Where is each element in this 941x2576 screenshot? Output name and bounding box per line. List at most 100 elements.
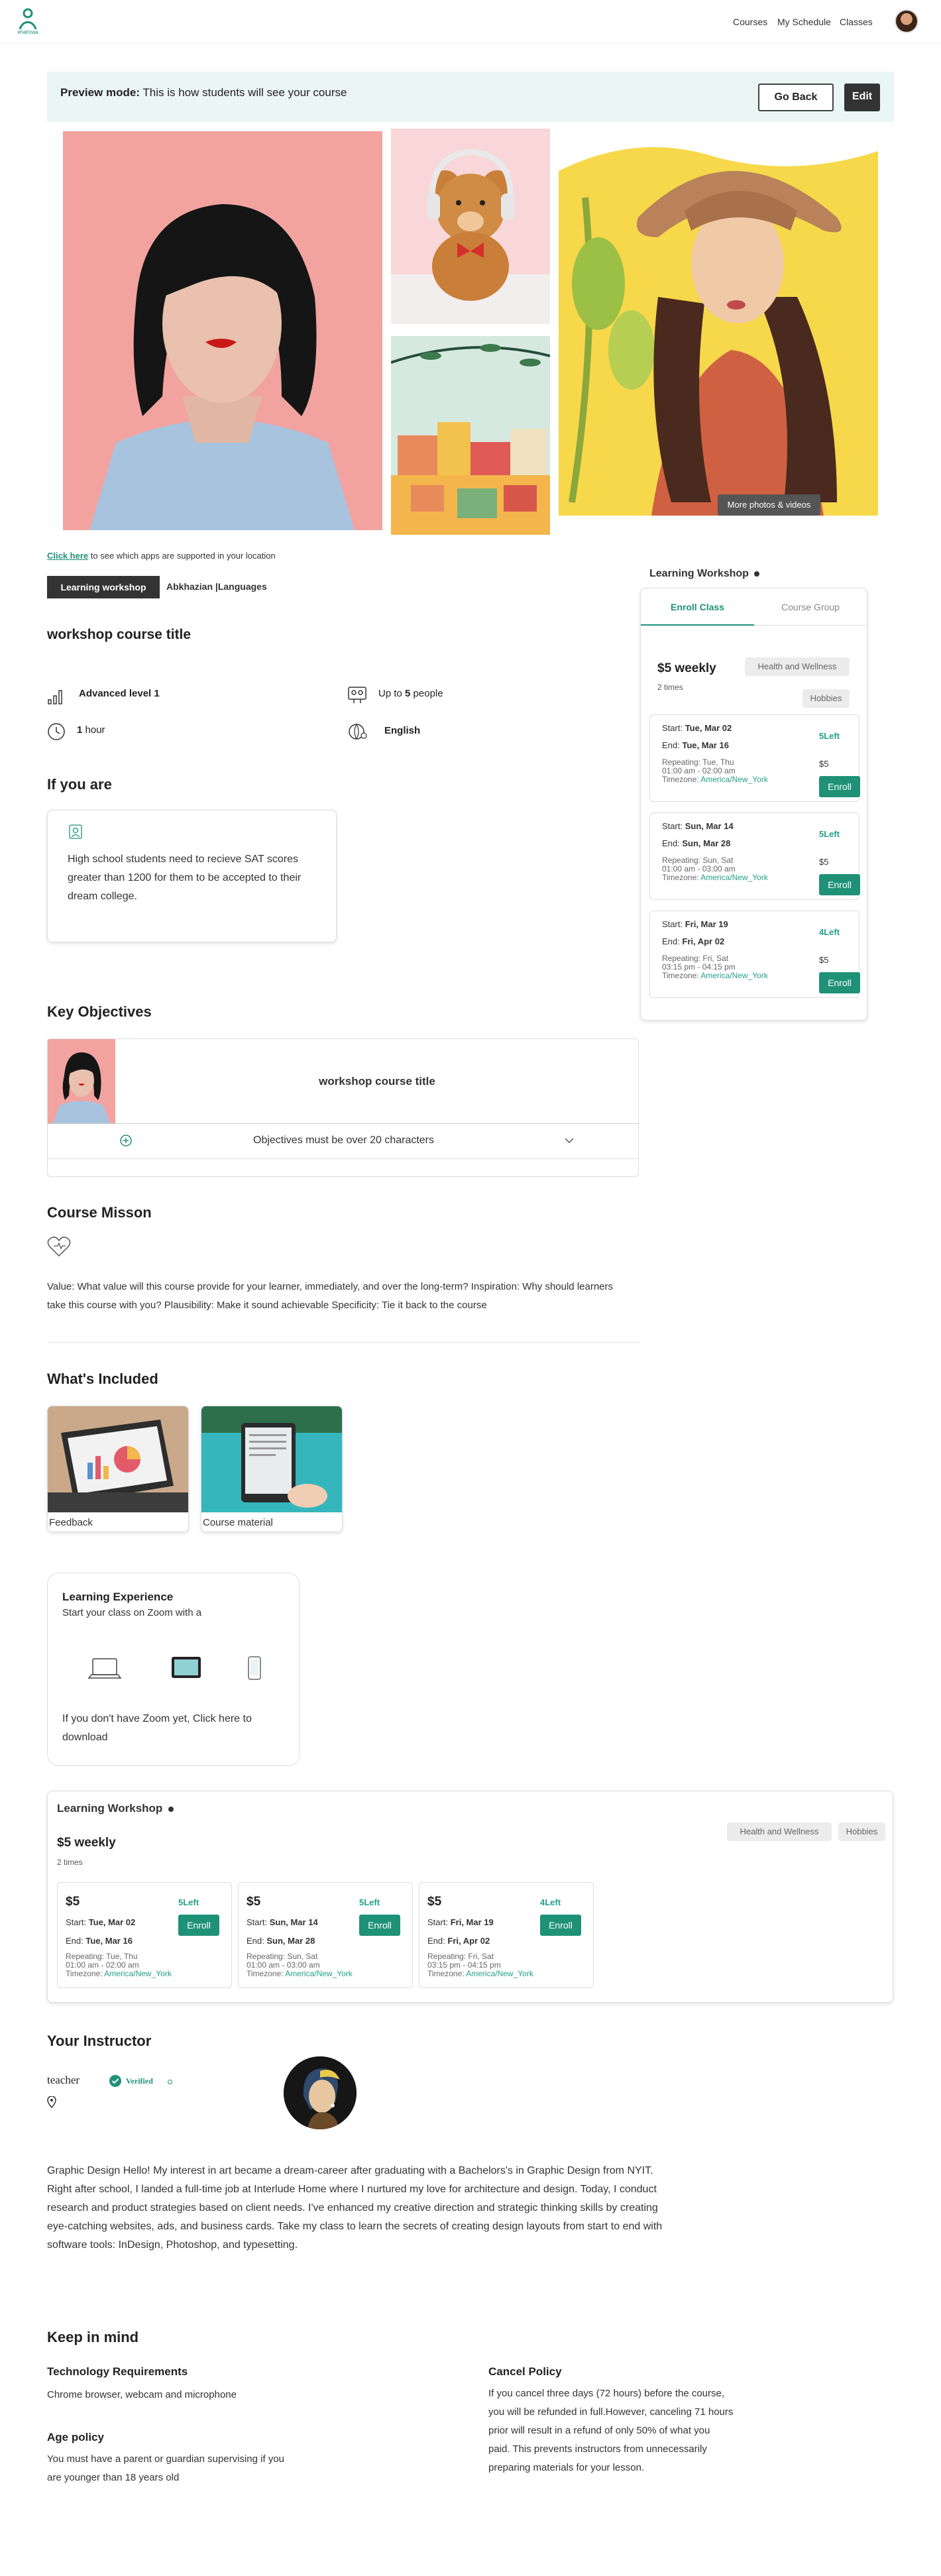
instructor-avatar [284,2056,357,2129]
category-health-wellness[interactable]: Health and Wellness [727,1822,832,1841]
enroll-panel-title: Learning Workshop [649,568,760,580]
course-material-image-icon [201,1406,342,1512]
instructor-portrait-icon [284,2056,357,2129]
location-text: to see which apps are supported in your … [90,551,276,561]
if-you-are-text: High school students need to recieve SAT… [68,854,302,902]
session-timezone: America/New_York [285,1969,353,1978]
session-repeat: Repeating: Sun, Sat [662,856,734,865]
feedback-image-icon [48,1406,188,1512]
verified-info-icon [168,2080,172,2084]
more-photos-button[interactable]: More photos & videos [718,494,820,516]
objectives-course-title: workshop course title [319,1075,435,1088]
tech-requirements-title: Technology Requirements [47,2365,188,2378]
capacity-number: 5 [405,688,411,699]
session-timezone: America/New_York [104,1969,172,1978]
objective-text: Objectives must be over 20 characters [253,1135,435,1146]
session-spots-left: 4Left [540,1897,561,1907]
duration-unit: hour [85,724,105,736]
course-level: Advanced level 1 [79,688,160,699]
gallery-photo-teddy-bear[interactable] [391,129,550,324]
cancel-policy-text: If you cancel three days (72 hours) befo… [488,2388,734,2473]
keep-in-mind-title: Keep in mind [47,2329,139,2345]
nav-classes[interactable]: Classes [840,17,873,27]
session-start-label: Start: [247,1917,268,1927]
people-icon [347,686,367,708]
session-start-label: Start: [662,723,683,733]
woman-illustration-icon [63,131,382,530]
if-you-are-card: High school students need to recieve SAT… [47,810,337,942]
course-title: workshop course title [47,627,192,642]
enroll-panel: Enroll Class Course Group $5 weekly 2 ti… [640,588,867,1021]
session-repeat: Repeating: Tue, Thu [66,1952,138,1961]
included-item-feedback[interactable]: Feedback [47,1406,189,1532]
session-spots-left: 5Left [819,829,840,839]
session-end: Sun, Mar 28 [266,1936,315,1946]
session-end-label: End: [662,838,680,848]
enroll-button[interactable]: Enroll [819,874,860,895]
session-repeat: Repeating: Fri, Sat [427,1952,494,1961]
session-time: 01:00 am - 02:00 am [662,766,736,775]
age-policy-text: You must have a parent or guardian super… [47,2453,285,2483]
session-timezone: America/New_York [700,873,768,882]
course-mission-text: Value: What value will this course provi… [47,1281,614,1311]
enroll-button[interactable]: Enroll [819,972,860,993]
gallery-photo-village[interactable] [391,336,550,535]
session-end: Sun, Mar 28 [682,838,731,848]
enroll-price: $5 weekly [657,661,716,675]
if-you-are-title: If you are [47,776,112,793]
tablet-icon [170,1655,202,1683]
session-start-label: Start: [427,1917,449,1927]
session-start: Sun, Mar 14 [685,821,734,831]
included-item-course-material[interactable]: Course material [201,1406,343,1532]
clock-icon [47,722,66,744]
objective-thumbnail [48,1039,115,1123]
enroll-button[interactable]: Enroll [178,1915,219,1936]
location-link[interactable]: Click here [47,551,88,561]
tab-enroll-class[interactable]: Enroll Class [641,588,754,626]
session-price: $5 [66,1895,80,1909]
tag-learning-workshop[interactable]: Learning workshop [47,576,160,598]
included-item-label: Course material [203,1517,273,1528]
tab-course-group[interactable]: Course Group [754,588,867,626]
instructor-bio: Graphic Design Hello! My interest in art… [47,2165,663,2251]
session-timezone: America/New_York [700,775,768,784]
session-tz-label: Timezone: [662,873,699,882]
session-repeat: Repeating: Sun, Sat [247,1952,318,1961]
verified-check-icon [109,2075,121,2087]
category-health-wellness[interactable]: Health and Wellness [745,657,850,676]
info-dot-icon [168,1807,174,1812]
course-duration: 1 hour [77,724,105,736]
session-time: 01:00 am - 02:00 am [66,1960,139,1970]
brand-name: ehahnaa [17,29,38,35]
enroll-button[interactable]: Enroll [540,1915,581,1936]
gallery-photo-woman-pink[interactable] [63,131,382,530]
category-hobbies[interactable]: Hobbies [838,1822,885,1841]
brand-logo[interactable]: ehahnaa [15,7,41,37]
edit-button[interactable]: Edit [844,84,880,111]
session-end: Tue, Mar 16 [682,740,729,750]
session-end-label: End: [662,740,680,750]
session-start: Fri, Mar 19 [685,919,728,929]
chevron-down-icon[interactable] [563,1135,575,1150]
age-policy-title: Age policy [47,2431,104,2443]
enroll-button[interactable]: Enroll [819,776,860,797]
category-hobbies[interactable]: Hobbies [803,689,850,708]
session-card: Start: Sun, Mar 14 5Left End: Sun, Mar 2… [649,812,860,900]
zoom-download-note[interactable]: If you don't have Zoom yet, Click here t… [62,1710,288,1747]
teddy-bear-icon [391,129,550,324]
enroll-times: 2 times [657,683,683,692]
course-language: English [384,725,421,736]
session-end: Tue, Mar 16 [85,1936,133,1946]
enroll-button[interactable]: Enroll [359,1915,400,1936]
user-avatar[interactable] [895,9,918,33]
nav-my-schedule[interactable]: My Schedule [777,17,831,27]
go-back-button[interactable]: Go Back [758,84,834,111]
learning-experience-card: Learning Experience Start your class on … [47,1573,300,1766]
objective-row[interactable]: Objectives must be over 20 characters [48,1124,638,1158]
gallery-photo-woman-hat[interactable] [559,131,878,516]
duration-number: 1 [77,724,83,736]
session-end-label: End: [427,1936,445,1946]
session-timezone: America/New_York [700,971,768,980]
session-spots-left: 5Left [359,1897,380,1907]
nav-courses[interactable]: Courses [733,17,767,27]
